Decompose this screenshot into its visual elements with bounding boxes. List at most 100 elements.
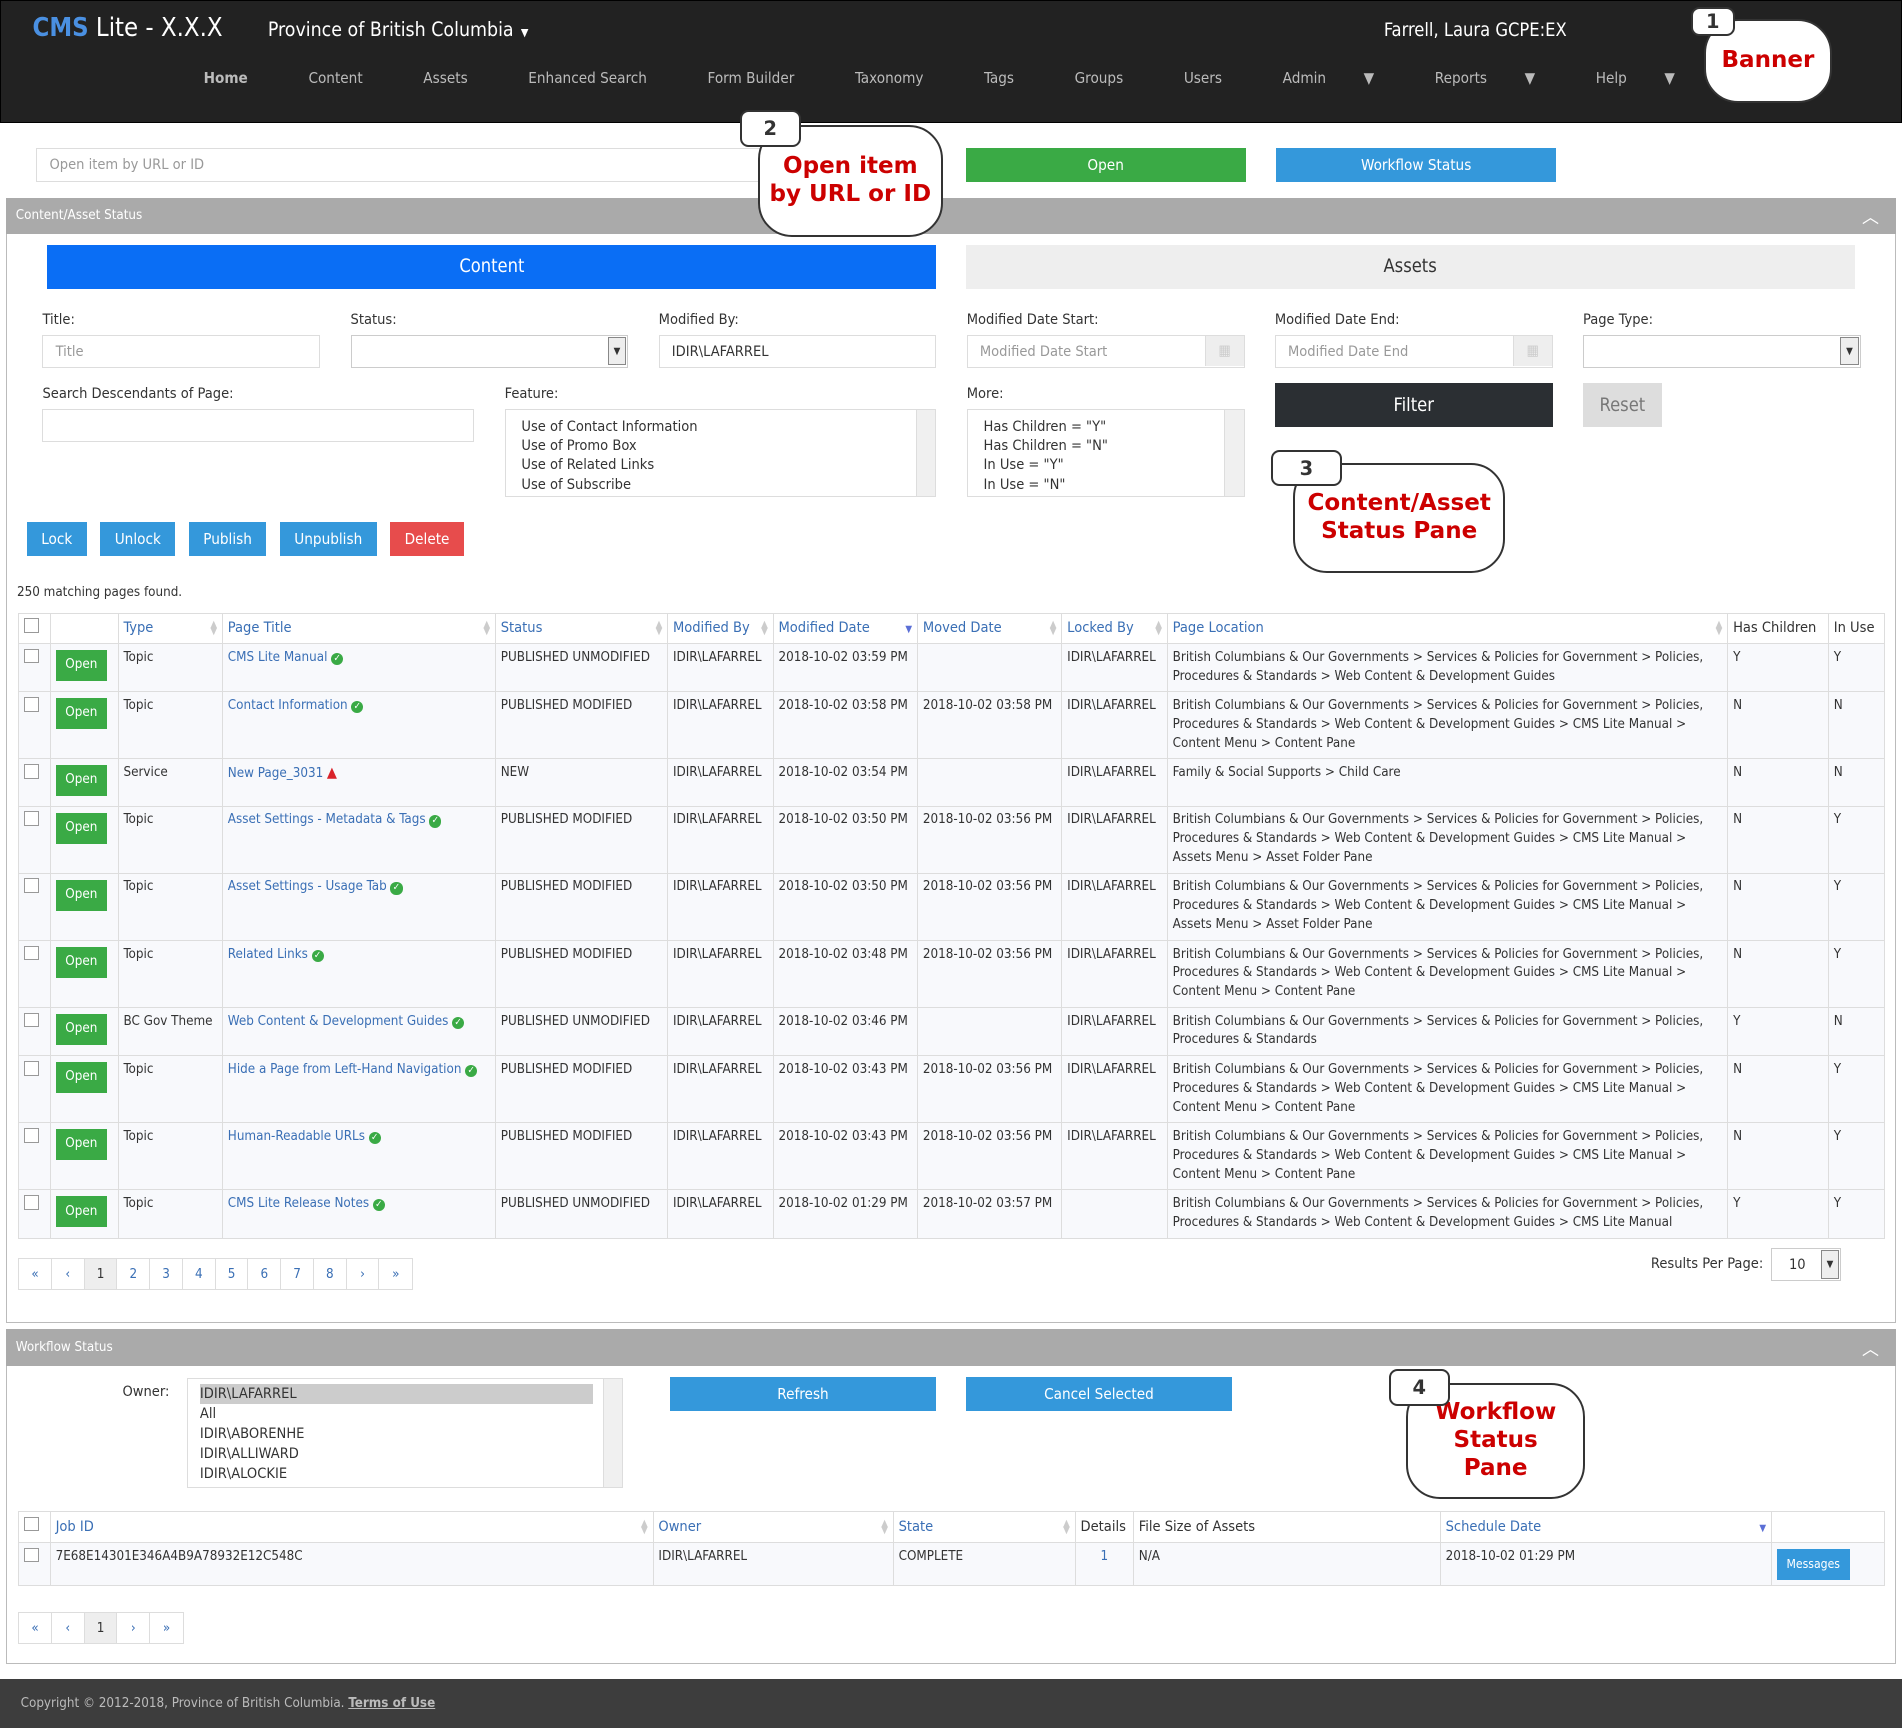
column-header[interactable]: Schedule Date ▼ xyxy=(1439,1511,1772,1543)
column-header[interactable]: Moved Date ▲ ▼ xyxy=(916,612,1063,644)
more-option[interactable]: In Use = "Y" xyxy=(984,455,1228,474)
row-checkbox[interactable] xyxy=(24,764,39,779)
page-link[interactable]: 1 xyxy=(84,1258,118,1290)
sort-desc-icon[interactable]: ▼ xyxy=(905,624,912,634)
lock-button[interactable]: Lock xyxy=(26,521,87,556)
page-link[interactable]: 3 xyxy=(150,1258,183,1290)
modified-date-end-input[interactable]: Modified Date End ▦ xyxy=(1274,334,1553,368)
modified-by-input[interactable]: IDIR\LAFARREL xyxy=(658,334,937,368)
details-link[interactable]: 1 xyxy=(1074,1541,1134,1586)
select-all-checkbox[interactable] xyxy=(24,618,39,633)
row-checkbox[interactable] xyxy=(24,1195,39,1210)
terms-link[interactable]: Terms of Use xyxy=(348,1696,435,1711)
feature-option[interactable]: Use of Twitter Feed xyxy=(521,494,919,497)
open-row-button[interactable]: Open xyxy=(55,649,108,681)
row-checkbox[interactable] xyxy=(24,1128,39,1143)
page-title-link[interactable]: Hide a Page from Left-Hand Navigation xyxy=(228,1062,462,1077)
page-title-link[interactable]: New Page_3031 xyxy=(228,766,323,781)
feature-option[interactable]: Use of Contact Information xyxy=(521,417,919,436)
row-checkbox[interactable] xyxy=(24,878,39,893)
page-title-link[interactable]: Asset Settings - Usage Tab xyxy=(228,879,387,894)
nav-admin[interactable]: Admin ▼ xyxy=(1283,69,1405,87)
column-header[interactable]: Modified By ▲ ▼ xyxy=(667,612,774,644)
select-all-checkbox[interactable] xyxy=(24,1516,39,1532)
page-link[interactable]: › xyxy=(347,1258,380,1290)
row-checkbox[interactable] xyxy=(24,648,39,664)
page-link[interactable]: 2 xyxy=(117,1258,151,1290)
scrollbar[interactable] xyxy=(916,409,936,497)
nav-reports[interactable]: Reports ▼ xyxy=(1435,69,1566,87)
owner-option[interactable]: IDIR\ABORENHE xyxy=(200,1424,610,1444)
calendar-icon[interactable]: ▦ xyxy=(1512,335,1552,367)
page-title-link[interactable]: Related Links xyxy=(228,947,308,962)
publish-button[interactable]: Publish xyxy=(188,521,267,556)
column-header[interactable]: Job ID ▲ ▼ xyxy=(49,1511,654,1543)
app-brand[interactable]: CMS Lite - X.X.X xyxy=(33,13,223,43)
open-row-button[interactable]: Open xyxy=(55,1062,108,1094)
column-header[interactable]: Type ▲ ▼ xyxy=(117,612,223,644)
open-row-button[interactable]: Open xyxy=(55,765,108,797)
workflow-status-button[interactable]: Workflow Status xyxy=(1276,147,1557,182)
owner-listbox[interactable]: IDIR\LAFARREL All IDIR\ABORENHE IDIR\ALLIWA… xyxy=(186,1377,624,1489)
owner-option[interactable]: IDIR\ALLIWARD xyxy=(200,1444,610,1464)
modified-date-start-input[interactable]: Modified Date Start ▦ xyxy=(966,334,1245,368)
column-header[interactable]: Status ▲ ▼ xyxy=(494,612,669,644)
feature-option[interactable]: Use of Subscribe xyxy=(521,475,919,494)
feature-option[interactable]: Use of Related Links xyxy=(521,455,919,474)
sort-icon[interactable]: ▲ ▼ xyxy=(1063,1518,1070,1535)
column-header[interactable]: Page Location ▲ ▼ xyxy=(1166,612,1729,644)
nav-help[interactable]: Help ▼ xyxy=(1596,69,1706,87)
sort-icon[interactable]: ▲ ▼ xyxy=(656,619,663,636)
owner-option[interactable]: IDIR\LAFARREL xyxy=(199,1383,594,1404)
reset-button[interactable]: Reset xyxy=(1582,383,1662,427)
page-link[interactable]: › xyxy=(117,1613,151,1644)
page-link[interactable]: « xyxy=(19,1613,52,1644)
refresh-button[interactable]: Refresh xyxy=(669,1376,937,1411)
sort-icon[interactable]: ▲ ▼ xyxy=(881,1518,888,1535)
page-link[interactable]: 1 xyxy=(84,1613,118,1644)
nav-enhanced-search[interactable]: Enhanced Search xyxy=(528,69,677,87)
status-select[interactable]: ▼ xyxy=(350,334,629,368)
content-pane-header[interactable]: Content/Asset Status ︿ xyxy=(6,197,1896,235)
column-header[interactable]: Owner ▲ ▼ xyxy=(652,1511,894,1543)
sort-icon[interactable]: ▲ ▼ xyxy=(1155,619,1162,636)
unlock-button[interactable]: Unlock xyxy=(100,521,176,556)
title-input[interactable]: Title xyxy=(42,334,321,368)
page-title-link[interactable]: Asset Settings - Metadata & Tags xyxy=(228,812,426,827)
more-option[interactable]: Has Children = "N" xyxy=(984,436,1228,455)
open-item-input[interactable]: Open item by URL or ID xyxy=(36,147,765,182)
sort-desc-icon[interactable]: ▼ xyxy=(1759,1523,1766,1533)
cancel-selected-button[interactable]: Cancel Selected xyxy=(965,1376,1233,1411)
feature-option[interactable]: Use of Promo Box xyxy=(521,436,919,455)
tab-assets[interactable]: Assets xyxy=(965,245,1855,289)
row-checkbox[interactable] xyxy=(24,1061,39,1076)
page-link[interactable]: ‹ xyxy=(52,1613,85,1644)
row-checkbox[interactable] xyxy=(24,811,39,826)
sort-icon[interactable]: ▲ ▼ xyxy=(210,619,217,636)
owner-option[interactable]: IDIR\ALOCKIE xyxy=(200,1464,610,1484)
collapse-icon[interactable]: ︿ xyxy=(1862,1335,1879,1360)
page-link[interactable]: 5 xyxy=(216,1258,249,1290)
page-link[interactable]: 6 xyxy=(248,1258,282,1290)
results-per-page-select[interactable]: 10 ▼ xyxy=(1770,1248,1842,1281)
page-link[interactable]: « xyxy=(19,1258,52,1290)
page-title-link[interactable]: Contact Information xyxy=(228,698,348,713)
page-title-link[interactable]: CMS Lite Release Notes xyxy=(228,1196,369,1211)
owner-option[interactable]: IDIR\AMACKAY xyxy=(200,1484,610,1487)
page-link[interactable]: » xyxy=(379,1259,412,1289)
more-listbox[interactable]: Has Children = "Y" Has Children = "N" In U… xyxy=(966,408,1245,498)
owner-option[interactable]: All xyxy=(200,1404,610,1424)
descendants-input[interactable] xyxy=(42,408,475,442)
page-link[interactable]: ‹ xyxy=(52,1258,85,1290)
delete-button[interactable]: Delete xyxy=(390,521,464,556)
workflow-pane-header[interactable]: Workflow Status ︿ xyxy=(6,1329,1896,1366)
calendar-icon[interactable]: ▦ xyxy=(1204,335,1244,367)
nav-taxonomy[interactable]: Taxonomy xyxy=(855,69,954,87)
scrollbar[interactable] xyxy=(603,1378,623,1488)
column-header[interactable]: State ▲ ▼ xyxy=(892,1511,1076,1543)
page-link[interactable]: 8 xyxy=(314,1258,347,1290)
nav-form-builder[interactable]: Form Builder xyxy=(708,69,825,87)
page-link[interactable]: 7 xyxy=(281,1258,314,1290)
open-row-button[interactable]: Open xyxy=(55,1129,108,1161)
nav-groups[interactable]: Groups xyxy=(1075,69,1154,87)
